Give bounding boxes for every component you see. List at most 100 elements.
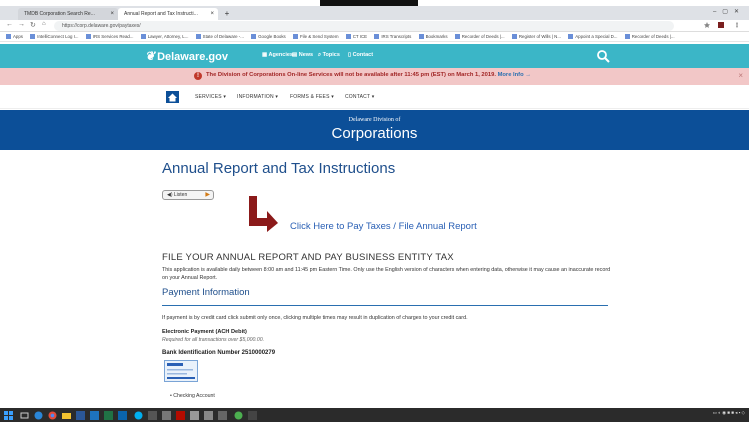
snip-icon[interactable] xyxy=(190,411,199,420)
close-icon[interactable]: × xyxy=(110,8,114,20)
bookmark-label: Register of Wills | N... xyxy=(518,34,562,39)
windows-taskbar: ▭ ◐ ◉ ■ ■ ◂ ▪ ◇ xyxy=(0,408,749,422)
bookmarks-bar: Apps IntelliConnect Log I... IRS Service… xyxy=(0,32,749,42)
star-icon[interactable] xyxy=(704,22,710,28)
reload-icon[interactable]: ↻ xyxy=(30,21,36,29)
bookmark-label: Appoint a Special D... xyxy=(575,34,618,39)
bookmark-icon xyxy=(511,34,517,39)
close-icon[interactable]: × xyxy=(210,8,214,20)
bookmark-icon xyxy=(374,34,380,39)
bookmark-icon xyxy=(140,34,146,39)
back-icon[interactable]: ← xyxy=(6,21,13,28)
bookmark-item[interactable]: IRS Transcripts xyxy=(374,32,412,41)
nav-news[interactable]: ▤ News xyxy=(292,52,313,58)
skype-icon[interactable] xyxy=(134,411,143,420)
window-controls[interactable]: –▢✕ xyxy=(713,8,745,15)
extension-icon[interactable] xyxy=(718,22,724,28)
task-view-icon[interactable] xyxy=(20,411,29,420)
bookmark-item[interactable]: Google Books xyxy=(251,32,286,41)
section-heading: FILE YOUR ANNUAL REPORT AND PAY BUSINESS… xyxy=(162,252,454,263)
divider xyxy=(162,305,608,306)
subnav-label: SERVICES xyxy=(195,94,222,100)
bookmark-item[interactable]: Apps xyxy=(6,32,24,41)
app-icon[interactable] xyxy=(218,411,227,420)
banner-subtitle: Delaware Division of xyxy=(348,117,401,123)
check-image-icon xyxy=(164,360,198,382)
credit-card-note: If payment is by credit card click submi… xyxy=(162,315,468,321)
file-explorer-icon[interactable] xyxy=(62,411,71,420)
photos-icon[interactable] xyxy=(204,411,213,420)
close-icon[interactable]: × xyxy=(738,71,743,80)
bookmark-label: Recorder of Deeds |... xyxy=(631,34,675,39)
subnav-services[interactable]: SERVICES ▾ xyxy=(195,94,226,100)
bank-id-number: Bank Identification Number 2510000279 xyxy=(162,350,276,356)
bookmark-label: Bookmarks xyxy=(425,34,448,39)
edge-icon[interactable] xyxy=(34,411,43,420)
bookmark-icon xyxy=(195,34,201,39)
alert-icon: ! xyxy=(194,72,202,80)
word-icon[interactable] xyxy=(76,411,85,420)
bookmark-item[interactable]: Bookmarks xyxy=(418,32,448,41)
bookmark-icon xyxy=(30,34,36,39)
outlook-icon[interactable] xyxy=(90,411,99,420)
bookmark-icon xyxy=(345,34,351,39)
list-item: • Checking Account xyxy=(170,393,215,399)
address-bar: ← → ↻ ⌂ https://corp.delaware.gov/paytax… xyxy=(0,20,749,32)
nav-topics[interactable]: ⌕ Topics xyxy=(318,52,340,59)
system-tray[interactable]: ▭ ◐ ◉ ■ ■ ◂ ▪ ◇ xyxy=(713,410,745,420)
acrobat-icon[interactable] xyxy=(176,411,185,420)
nav-label: News xyxy=(298,52,314,58)
bookmark-label: Recorder of Deeds |... xyxy=(461,34,505,39)
new-tab-button[interactable]: + xyxy=(222,9,232,19)
bookmark-item[interactable]: Appoint a Special D... xyxy=(568,32,618,41)
subnav-contact[interactable]: CONTACT ▾ xyxy=(345,94,374,100)
chrome-icon[interactable] xyxy=(48,411,57,420)
nav-contact[interactable]: ▯ Contact xyxy=(348,52,373,58)
bookmark-item[interactable]: State of Delaware -... xyxy=(195,32,244,41)
menu-icon[interactable] xyxy=(734,22,740,28)
availability-paragraph: This application is available daily betw… xyxy=(162,267,611,281)
url-input[interactable]: https://corp.delaware.gov/paytaxes/ xyxy=(54,21,674,31)
bookmark-label: Apps xyxy=(13,34,24,39)
alert-banner: ! The Division of Corporations On-line S… xyxy=(0,68,749,85)
bookmark-item[interactable]: IRS Services Read... xyxy=(85,32,134,41)
windows-start-icon[interactable] xyxy=(4,411,13,420)
search-icon[interactable] xyxy=(596,49,610,63)
browser-tab-2[interactable]: Annual Report and Tax Instructi... × xyxy=(118,8,218,20)
bookmark-icon xyxy=(624,34,630,39)
bookmark-item[interactable]: Recorder of Deeds |... xyxy=(624,32,675,41)
bookmark-label: CT ICE xyxy=(352,34,368,39)
outlook-app-icon[interactable] xyxy=(118,411,127,420)
bookmark-label: IntelliConnect Log I... xyxy=(37,34,79,39)
nav-agencies[interactable]: ▦ Agencies xyxy=(262,52,293,58)
subnav-forms-fees[interactable]: FORMS & FEES ▾ xyxy=(290,94,334,100)
listen-button[interactable]: ◀) Listen ▶ xyxy=(162,190,214,200)
corporations-banner: Delaware Division of Corporations xyxy=(0,110,749,150)
pay-taxes-link[interactable]: Click Here to Pay Taxes / File Annual Re… xyxy=(290,221,477,232)
bookmark-item[interactable]: Recorder of Deeds |... xyxy=(454,32,505,41)
bookmark-label: IRS Transcripts xyxy=(381,34,412,39)
bookmark-item[interactable]: IntelliConnect Log I... xyxy=(30,32,79,41)
bookmark-item[interactable]: File & Send System xyxy=(292,32,339,41)
bookmark-icon xyxy=(418,34,424,39)
forward-icon[interactable]: → xyxy=(18,21,25,28)
home-icon[interactable]: ⌂ xyxy=(42,21,46,27)
division-home-icon[interactable] xyxy=(166,91,179,103)
bookmark-item[interactable]: Register of Wills | N... xyxy=(511,32,562,41)
browser-tab-1[interactable]: TMDB Corporation Search Re... × xyxy=(18,8,118,20)
excel-icon[interactable] xyxy=(104,411,113,420)
more-info-link[interactable]: More Info → xyxy=(498,72,532,78)
banner-title: Corporations xyxy=(331,125,418,142)
calculator-icon[interactable] xyxy=(148,411,157,420)
subnav-information[interactable]: INFORMATION ▾ xyxy=(237,94,278,100)
nav-label: Agencies xyxy=(268,52,293,58)
bookmark-item[interactable]: CT ICE xyxy=(345,32,368,41)
bookmark-item[interactable]: Lawyer, Attorney, L... xyxy=(140,32,188,41)
nav-label: Contact xyxy=(352,52,374,58)
list-item-label: Checking Account xyxy=(173,393,215,399)
tab-label: TMDB Corporation Search Re... xyxy=(24,11,95,17)
notes-icon[interactable] xyxy=(162,411,171,420)
messaging-icon[interactable] xyxy=(234,411,243,420)
delaware-logo[interactable]: ❦ Delaware.gov xyxy=(145,49,228,63)
remote-desktop-icon[interactable] xyxy=(248,411,257,420)
